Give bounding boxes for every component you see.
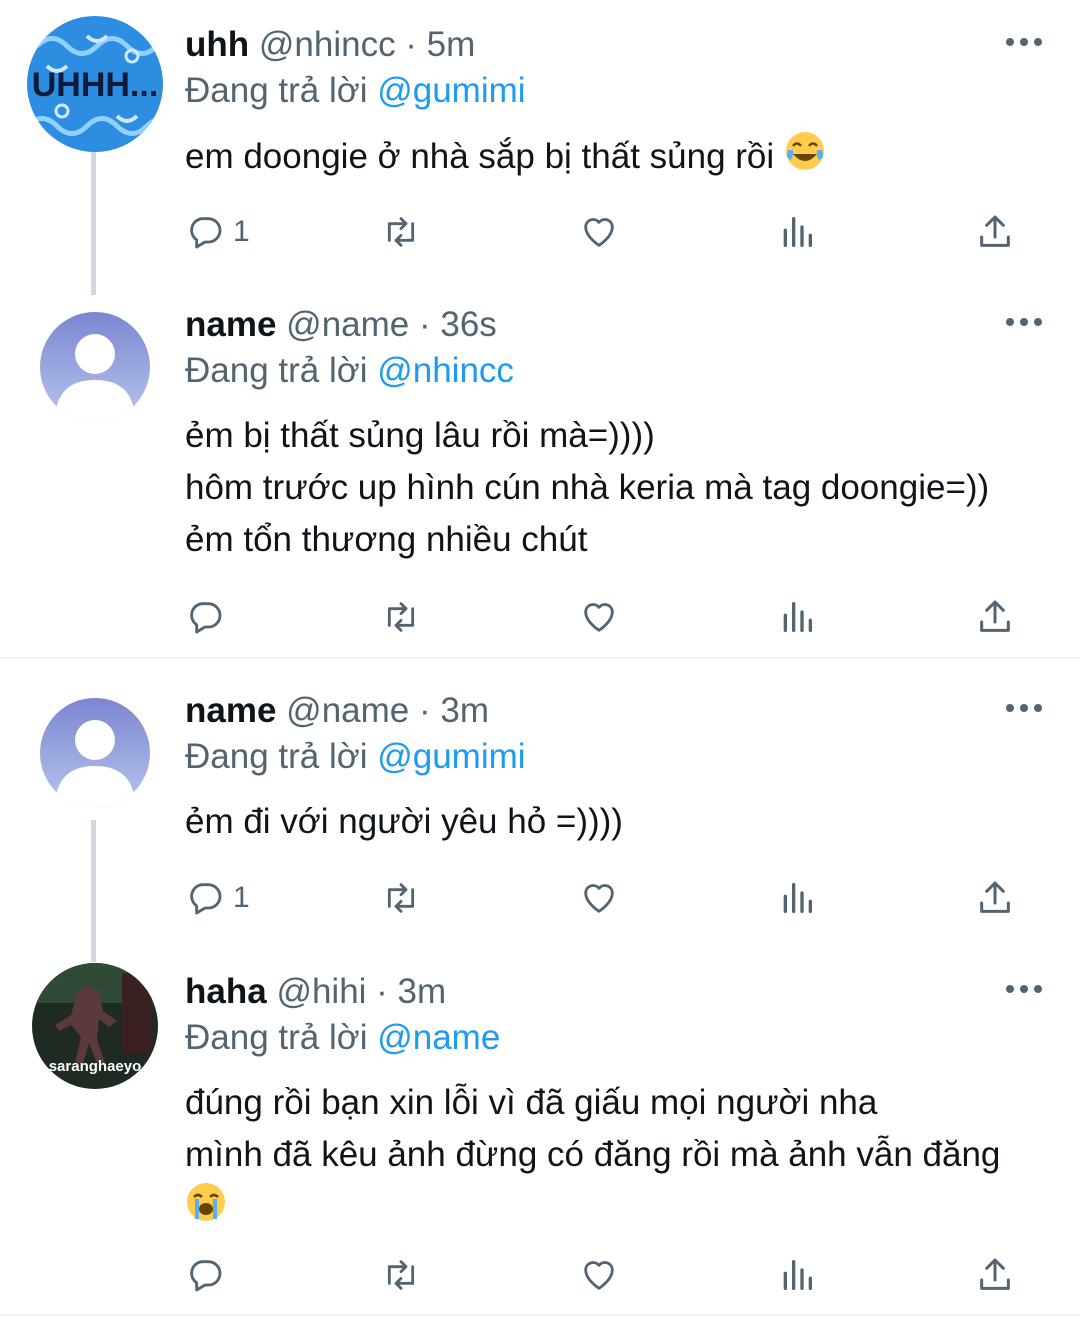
like-button[interactable] [579,210,619,254]
svg-text:saranghaeyo: saranghaeyo [49,1058,142,1075]
replying-to: Đang trả lời @name [185,1018,501,1057]
views-button[interactable] [777,210,817,254]
tweet-text: ẻm bị thất sủng lâu rồi mà=)))) hôm trướ… [185,416,990,559]
tweet-text: em doongie ở nhà sắp bị thất sủng rồi [185,130,826,187]
thread-line [91,150,96,295]
views-button[interactable] [777,1253,817,1297]
loudly-crying-face-icon [185,1181,227,1238]
action-bar: 1 [185,210,1035,254]
like-button[interactable] [579,595,619,639]
replying-handle[interactable]: @gumimi [377,737,525,776]
share-button[interactable] [975,876,1015,920]
replying-handle[interactable]: @nhincc [377,351,514,390]
like-icon [584,1261,614,1290]
tweet-text: ẻm đi với người yêu hỏ =)))) [185,802,623,841]
reply-count: 1 [233,881,250,914]
display-name[interactable]: haha [185,972,267,1011]
thread-line [91,820,96,962]
more-icon[interactable] [1006,703,1042,713]
display-name[interactable]: name [185,305,276,344]
action-bar [185,1253,1035,1297]
like-icon [584,603,614,632]
like-icon [584,884,614,913]
reply-button[interactable]: 1 [185,210,250,254]
reply-icon [190,883,222,915]
views-button[interactable] [777,876,817,920]
more-icon[interactable] [1006,984,1042,994]
like-button[interactable] [579,876,619,920]
replying-handle[interactable]: @name [377,1018,500,1057]
share-button[interactable] [975,595,1015,639]
tweet-text: đúng rồi bạn xin lỗi vì đã giấu mọi ngườ… [185,1077,1000,1238]
retweet-button[interactable] [381,595,421,639]
tweet-meta: @nhincc · 5m [258,25,476,64]
tweet-meta: @hihi · 3m [276,972,447,1011]
reply-button[interactable] [185,595,225,639]
share-icon [980,600,1010,632]
display-name[interactable]: name [185,691,276,730]
views-icon [783,1260,812,1290]
retweet-button[interactable] [381,1253,421,1297]
tweet-header: haha @hihi · 3m [185,970,446,1014]
views-icon [783,602,812,632]
svg-text:UHHH...: UHHH... [32,66,159,104]
divider [0,657,1080,659]
tweet-header: name @name · 36s [185,303,497,347]
reply-count: 1 [233,215,250,248]
replying-to: Đang trả lời @nhincc [185,351,514,390]
avatar[interactable] [40,698,150,808]
replying-to: Đang trả lời @gumimi [185,737,526,776]
reply-icon [190,1260,222,1292]
reply-button[interactable]: 1 [185,876,250,920]
like-icon [584,218,614,247]
more-icon[interactable] [1006,317,1042,327]
reply-button[interactable] [185,1253,225,1297]
share-button[interactable] [975,1253,1015,1297]
retweet-icon [387,1260,415,1290]
like-button[interactable] [579,1253,619,1297]
share-icon [980,215,1010,247]
avatar[interactable] [40,312,150,422]
share-button[interactable] [975,210,1015,254]
replying-to: Đang trả lời @gumimi [185,71,526,110]
retweet-icon [387,602,415,632]
face-with-tears-of-joy-icon [784,130,826,187]
avatar[interactable]: saranghaeyo [32,963,158,1089]
reply-icon [190,217,222,249]
reply-icon [190,602,222,634]
views-icon [783,883,812,913]
views-button[interactable] [777,595,817,639]
replying-handle[interactable]: @gumimi [377,71,525,110]
tweet-header: name @name · 3m [185,689,489,733]
more-icon[interactable] [1006,37,1042,47]
display-name[interactable]: uhh [185,25,249,64]
share-icon [980,881,1010,913]
retweet-button[interactable] [381,876,421,920]
avatar[interactable]: UHHH... [27,16,163,152]
action-bar [185,595,1035,639]
action-bar: 1 [185,876,1035,920]
tweet-meta: @name · 3m [286,691,489,730]
retweet-icon [387,217,415,247]
retweet-icon [387,883,415,913]
views-icon [783,217,812,247]
retweet-button[interactable] [381,210,421,254]
tweet-meta: @name · 36s [286,305,497,344]
divider [0,1314,1080,1316]
tweet-header: uhh @nhincc · 5m [185,23,475,67]
share-icon [980,1258,1010,1290]
